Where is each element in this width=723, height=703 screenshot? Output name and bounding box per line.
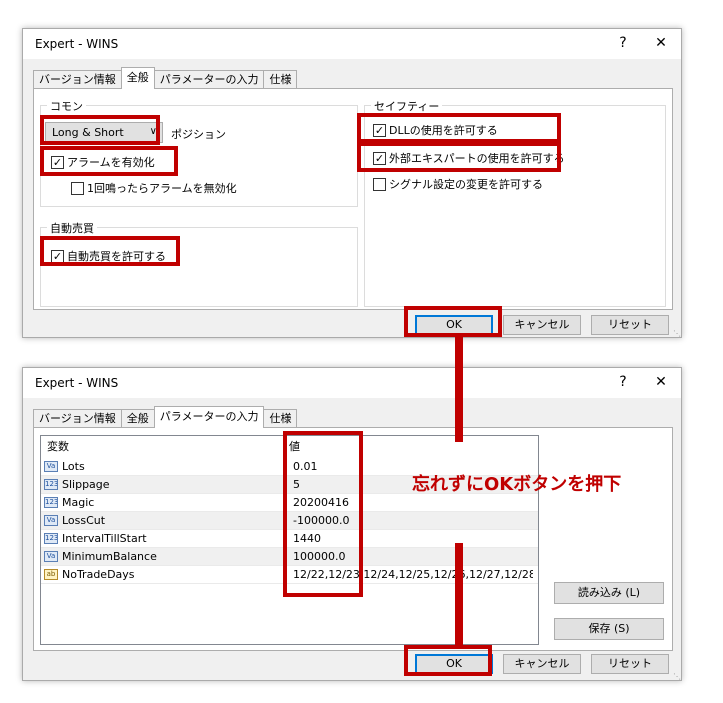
allow-dll-label: DLLの使用を許可する [389,124,498,137]
title-bar: Expert - WINS ? ✕ [23,29,681,59]
tab-general[interactable]: 全般 [120,67,155,89]
allow-external-expert-label: 外部エキスパートの使用を許可する [389,152,565,165]
allow-signal-change-checkbox[interactable]: シグナル設定の変更を許可する [373,176,543,192]
parameter-list[interactable]: 変数 値 Va Lots 0.01 123 Slippage 5 123 Mag… [40,435,539,645]
param-name: NoTradeDays [62,568,135,581]
table-row[interactable]: Va LossCut -100000.0 [41,512,538,530]
allow-auto-trade-checkbox[interactable]: ✓ 自動売買を許可する [51,248,166,264]
tab-version-info[interactable]: バージョン情報 [33,409,122,428]
alarm-enable-checkbox[interactable]: ✓ アラームを有効化 [51,154,155,170]
checkbox-icon [373,177,386,191]
string-type-icon: ab [44,569,58,580]
tab-version-info[interactable]: バージョン情報 [33,70,122,89]
help-button[interactable]: ? [613,374,633,390]
chevron-down-icon: ∨ [149,126,157,137]
resize-grip-icon[interactable]: ⋱ [673,329,681,338]
param-value[interactable]: 100000.0 [293,550,346,563]
window-title: Expert - WINS [35,376,119,390]
integer-type-icon: 123 [44,479,58,490]
window-title: Expert - WINS [35,37,119,51]
reset-button[interactable]: リセット [591,315,669,335]
allow-signal-change-label: シグナル設定の変更を許可する [389,178,543,191]
parameter-list-header: 変数 値 [41,436,538,456]
checkbox-icon: ✓ [51,155,64,169]
param-name: IntervalTillStart [62,532,147,545]
common-group-label: コモン [47,98,86,114]
table-row[interactable]: ab NoTradeDays 12/22,12/23,12/24,12/25,1… [41,566,538,584]
param-name: Lots [62,460,85,473]
help-button[interactable]: ? [613,35,633,51]
ok-button[interactable]: OK [415,654,493,674]
parameters-tab-panel: 変数 値 Va Lots 0.01 123 Slippage 5 123 Mag… [33,427,673,651]
table-row[interactable]: 123 Magic 20200416 [41,494,538,512]
reset-button[interactable]: リセット [591,654,669,674]
param-value[interactable]: 1440 [293,532,321,545]
checkbox-icon: ✓ [51,249,64,263]
safety-group-label: セイフティー [371,98,443,114]
tab-strip: バージョン情報 全般 パラメーターの入力 仕様 [33,406,298,428]
alarm-once-checkbox[interactable]: 1回鳴ったらアラームを無効化 [71,180,237,196]
cancel-button[interactable]: キャンセル [503,654,581,674]
position-select-value: Long & Short [52,126,124,139]
annotation-text: 忘れずにOKボタンを押下 [412,474,622,495]
checkbox-icon: ✓ [373,151,386,165]
close-button[interactable]: ✕ [651,35,671,51]
param-name: Slippage [62,478,110,491]
column-header-variable[interactable]: 変数 [41,438,289,454]
ok-button[interactable]: OK [415,315,493,335]
load-button[interactable]: 読み込み (L) [554,582,664,604]
tab-spec[interactable]: 仕様 [263,409,298,428]
cancel-button[interactable]: キャンセル [503,315,581,335]
alarm-once-label: 1回鳴ったらアラームを無効化 [87,182,237,195]
integer-type-icon: 123 [44,533,58,544]
position-select[interactable]: Long & Short ∨ [45,122,163,143]
table-row[interactable]: Va MinimumBalance 100000.0 [41,548,538,566]
tab-parameters[interactable]: パラメーターの入力 [153,406,265,428]
param-value[interactable]: 20200416 [293,496,349,509]
safety-group: セイフティー ✓ DLLの使用を許可する ✓ 外部エキスパートの使用を許可する … [364,98,666,307]
integer-type-icon: 123 [44,497,58,508]
expert-dialog-parameters: Expert - WINS ? ✕ バージョン情報 全般 パラメーターの入力 仕… [22,367,682,681]
common-group: コモン Long & Short ∨ ポジション ✓ アラームを有効化 1回鳴っ… [40,98,358,207]
param-value[interactable]: 5 [293,478,300,491]
tab-parameters[interactable]: パラメーターの入力 [153,70,265,89]
param-name: MinimumBalance [62,550,157,563]
checkbox-icon: ✓ [373,123,386,137]
param-value[interactable]: 0.01 [293,460,318,473]
allow-auto-trade-label: 自動売買を許可する [67,250,166,263]
auto-trade-group: 自動売買 ✓ 自動売買を許可する [40,220,358,307]
alarm-enable-label: アラームを有効化 [67,156,155,169]
allow-external-expert-checkbox[interactable]: ✓ 外部エキスパートの使用を許可する [373,150,565,166]
double-type-icon: Va [44,515,58,526]
double-type-icon: Va [44,461,58,472]
auto-trade-group-label: 自動売買 [47,220,97,236]
param-value[interactable]: -100000.0 [293,514,349,527]
resize-grip-icon[interactable]: ⋱ [673,672,681,681]
position-label: ポジション [171,128,226,141]
param-name: Magic [62,496,95,509]
param-value[interactable]: 12/22,12/23,12/24,12/25,12/26,12/27,12/2… [293,568,533,581]
allow-dll-checkbox[interactable]: ✓ DLLの使用を許可する [373,122,498,138]
tab-strip: バージョン情報 全般 パラメーターの入力 仕様 [33,67,298,89]
title-bar: Expert - WINS ? ✕ [23,368,681,398]
checkbox-icon [71,181,84,195]
close-button[interactable]: ✕ [651,374,671,390]
param-name: LossCut [62,514,106,527]
expert-dialog-general: Expert - WINS ? ✕ バージョン情報 全般 パラメーターの入力 仕… [22,28,682,338]
tab-spec[interactable]: 仕様 [263,70,298,89]
column-header-value[interactable]: 値 [289,438,300,454]
general-tab-panel: コモン Long & Short ∨ ポジション ✓ アラームを有効化 1回鳴っ… [33,88,673,310]
double-type-icon: Va [44,551,58,562]
connector-bar-bottom [455,543,463,647]
tab-general[interactable]: 全般 [120,409,155,428]
connector-bar-top [455,336,463,442]
table-row[interactable]: 123 IntervalTillStart 1440 [41,530,538,548]
save-button[interactable]: 保存 (S) [554,618,664,640]
